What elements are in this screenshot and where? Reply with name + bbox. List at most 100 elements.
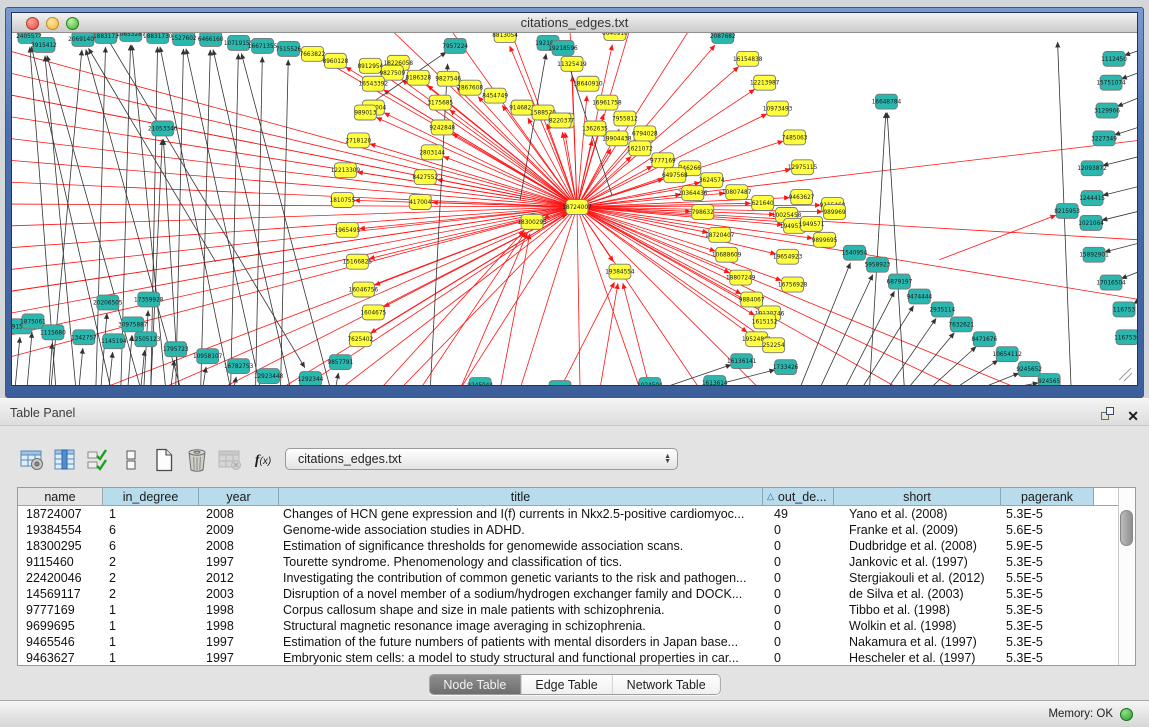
- graph-node[interactable]: 8186328: [405, 70, 431, 85]
- graph-node[interactable]: 18724007: [562, 200, 592, 215]
- close-panel-icon[interactable]: ✕: [1127, 409, 1139, 424]
- graph-node[interactable]: 16543392: [359, 76, 389, 91]
- tab-network-table[interactable]: Network Table: [612, 675, 720, 694]
- graph-node[interactable]: 1615152: [752, 314, 778, 329]
- graph-node[interactable]: 1021064: [1078, 215, 1104, 230]
- graph-node[interactable]: 16648784: [872, 94, 902, 109]
- tab-edge-table[interactable]: Edge Table: [520, 675, 611, 694]
- graph-node[interactable]: 924504: [549, 381, 571, 385]
- table-cell[interactable]: 22420046: [18, 570, 103, 586]
- select-rows-icon[interactable]: [85, 447, 111, 473]
- column-edit-icon[interactable]: [52, 447, 78, 473]
- column-header-outde[interactable]: △out_de...: [763, 488, 834, 505]
- graph-node[interactable]: 1527602: [171, 33, 197, 45]
- table-cell[interactable]: 2012: [199, 570, 279, 586]
- table-cell[interactable]: 2003: [199, 586, 279, 602]
- table-cell[interactable]: 0: [763, 634, 834, 650]
- graph-node[interactable]: 1342757: [71, 330, 97, 345]
- table-cell[interactable]: Wolkin et al. (1998): [834, 618, 1001, 634]
- graph-node[interactable]: 20364436: [678, 186, 708, 201]
- graph-node[interactable]: 6794028: [632, 126, 658, 141]
- graph-node[interactable]: 6466160: [198, 33, 224, 46]
- graph-node[interactable]: 9777169: [650, 153, 676, 168]
- graph-node[interactable]: 15892901: [1079, 247, 1109, 262]
- minimize-window-button[interactable]: [46, 17, 59, 30]
- graph-node[interactable]: 1965495: [335, 222, 361, 237]
- graph-node[interactable]: 1540954: [842, 245, 868, 260]
- graph-node[interactable]: 989013: [354, 105, 376, 120]
- table-cell[interactable]: Estimation of significance thresholds fo…: [279, 538, 763, 554]
- table-cell[interactable]: 2: [103, 554, 199, 570]
- vertical-scrollbar[interactable]: [1118, 488, 1135, 665]
- graph-node[interactable]: 5958923: [865, 257, 891, 272]
- graph-node[interactable]: 252254: [763, 338, 785, 353]
- graph-node[interactable]: 10688609: [712, 247, 742, 262]
- network-canvas[interactable]: 2405572391541220691406188317310653287188…: [12, 33, 1137, 385]
- table-cell[interactable]: 5.3E-5: [1001, 554, 1094, 570]
- table-cell[interactable]: Tibbo et al. (1998): [834, 602, 1001, 618]
- graph-node[interactable]: 6640910: [602, 33, 628, 40]
- table-cell[interactable]: 0: [763, 602, 834, 618]
- graph-node[interactable]: 8427552: [412, 170, 438, 185]
- graph-node[interactable]: 2935114: [929, 302, 955, 317]
- graph-node[interactable]: 1167530: [1114, 330, 1137, 345]
- network-table-selector[interactable]: citations_edges.txt ▲▼: [285, 448, 678, 470]
- column-header-name[interactable]: name: [18, 488, 103, 505]
- table-cell[interactable]: Corpus callosum shape and size in male p…: [279, 602, 763, 618]
- table-row[interactable]: 1872400712008Changes of HCN gene express…: [18, 506, 1135, 522]
- table-cell[interactable]: 5.9E-5: [1001, 538, 1094, 554]
- graph-node[interactable]: 7625402: [348, 332, 374, 347]
- graph-node[interactable]: 1024504: [637, 378, 663, 385]
- table-cell[interactable]: 0: [763, 570, 834, 586]
- table-cell[interactable]: 1998: [199, 602, 279, 618]
- graph-node[interactable]: 10958107: [193, 349, 223, 364]
- graph-node[interactable]: 9827546: [435, 71, 461, 86]
- table-cell[interactable]: 6: [103, 522, 199, 538]
- graph-node[interactable]: 18831730: [143, 33, 173, 43]
- graph-node[interactable]: 10973493: [763, 101, 793, 116]
- table-cell[interactable]: Tourette syndrome. Phenomenology and cla…: [279, 554, 763, 570]
- table-cell[interactable]: 1: [103, 618, 199, 634]
- table-cell[interactable]: 5.3E-5: [1001, 618, 1094, 634]
- table-cell[interactable]: 49: [763, 506, 834, 522]
- table-cell[interactable]: 1997: [199, 634, 279, 650]
- graph-node[interactable]: 9245652: [1016, 362, 1042, 377]
- graph-node[interactable]: 6497568: [662, 168, 688, 183]
- table-cell[interactable]: 5.3E-5: [1001, 650, 1094, 665]
- graph-node[interactable]: 8471676: [971, 332, 997, 347]
- graph-node[interactable]: 924565: [1038, 374, 1060, 385]
- table-row[interactable]: 946554611997Estimation of the future num…: [18, 634, 1135, 650]
- graph-node[interactable]: 18807249: [726, 270, 756, 285]
- graph-node[interactable]: 12505123: [131, 332, 161, 347]
- table-cell[interactable]: Structural magnetic resonance image aver…: [279, 618, 763, 634]
- graph-node[interactable]: 11325419: [557, 56, 587, 71]
- graph-node[interactable]: 2087682: [710, 33, 736, 43]
- new-document-icon[interactable]: [151, 447, 177, 473]
- graph-node[interactable]: 18640910: [573, 76, 603, 91]
- table-row[interactable]: 946362711997Embryonic stem cells: a mode…: [18, 650, 1135, 665]
- graph-node[interactable]: 17359928: [134, 292, 164, 307]
- graph-node[interactable]: 1112450: [1101, 51, 1127, 66]
- graph-node[interactable]: 15751074: [1096, 75, 1126, 90]
- graph-node[interactable]: 822037: [549, 113, 571, 128]
- table-cell[interactable]: 9699695: [18, 618, 103, 634]
- table-cell[interactable]: Franke et al. (2009): [834, 522, 1001, 538]
- graph-node[interactable]: 16782753: [224, 359, 254, 374]
- graph-node[interactable]: 9242848: [429, 120, 455, 135]
- float-panel-icon[interactable]: [1100, 406, 1115, 426]
- graph-node[interactable]: 1621072: [627, 141, 653, 156]
- graph-node[interactable]: 10653287: [116, 33, 146, 41]
- table-cell[interactable]: 9463627: [18, 650, 103, 665]
- graph-node[interactable]: 16136141: [727, 354, 757, 369]
- graph-node[interactable]: 989969: [824, 205, 846, 220]
- graph-node[interactable]: 12923448: [254, 369, 284, 384]
- graph-node[interactable]: 12213309: [331, 163, 361, 178]
- graph-node[interactable]: 1613614: [702, 376, 728, 385]
- graph-node[interactable]: 8813054: [492, 33, 518, 42]
- table-row[interactable]: 1938455462009Genome-wide association stu…: [18, 522, 1135, 538]
- table-cell[interactable]: 2009: [199, 522, 279, 538]
- graph-node[interactable]: 6879197: [887, 274, 913, 289]
- column-header-short[interactable]: short: [834, 488, 1001, 505]
- graph-node[interactable]: 621640: [752, 196, 774, 211]
- graph-node[interactable]: 7485063: [782, 130, 808, 145]
